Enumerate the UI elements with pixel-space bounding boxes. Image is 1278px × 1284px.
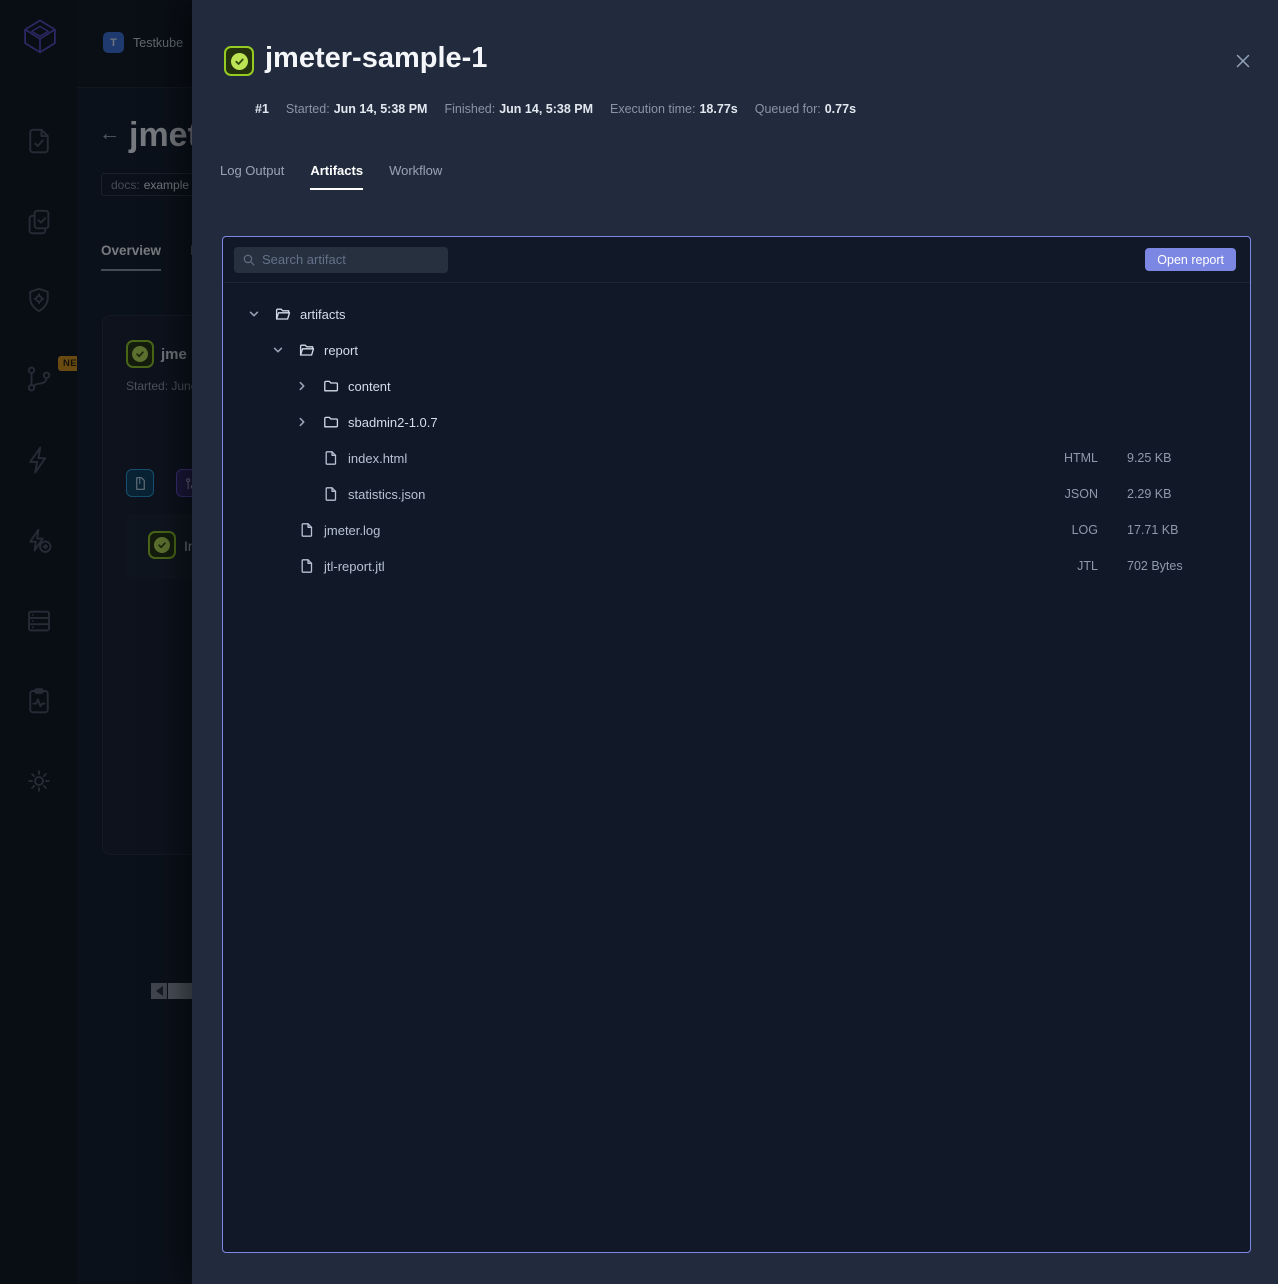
- sidebar-item-status-pages[interactable]: [24, 686, 54, 716]
- file-icon: [299, 522, 315, 538]
- execution-title: jmeter-sample-1: [265, 42, 487, 75]
- tab-overview[interactable]: Overview: [101, 243, 161, 271]
- started-label: Started:: [286, 102, 330, 116]
- sidebar-item-tests[interactable]: [24, 126, 54, 156]
- docs-tag: docs: example: [101, 173, 192, 196]
- sidebar-item-executors[interactable]: [24, 526, 54, 556]
- sidebar-item-webhooks[interactable]: [24, 285, 54, 315]
- execution-drawer: jmeter-sample-1 #1 Started: Jun 14, 5:38 …: [192, 0, 1278, 1284]
- folder-open-icon: [299, 342, 315, 358]
- execution-time-value: 18.77s: [699, 102, 737, 116]
- file-icon: [323, 450, 339, 466]
- app-screen: NEW: [0, 0, 1278, 1284]
- artifact-row[interactable]: index.html HTML 9.25 KB: [223, 440, 1250, 476]
- testkube-logo-icon[interactable]: [19, 16, 61, 58]
- open-report-button[interactable]: Open report: [1145, 248, 1236, 271]
- background-page-title: jmet: [129, 116, 192, 155]
- artifact-type: JSON: [1065, 487, 1098, 501]
- artifacts-panel: Open report artifacts report content sbadmi…: [222, 236, 1251, 1253]
- artifact-row[interactable]: artifacts: [223, 296, 1250, 332]
- back-arrow-icon[interactable]: ←: [99, 122, 120, 146]
- background-page: T Testkube ← jmet docs: example Overview…: [77, 0, 192, 1284]
- artifact-tree: artifacts report content sbadmin2-1.0.7 inde…: [223, 296, 1250, 584]
- chevron-right-icon[interactable]: [296, 380, 308, 392]
- workspace-name: Testkube: [133, 36, 183, 50]
- execution-card-started: Started: June: [126, 379, 192, 393]
- artifact-size: 702 Bytes: [1127, 559, 1183, 573]
- execution-time-label: Execution time:: [610, 102, 695, 116]
- execution-card[interactable]: jme Started: June In: [102, 315, 192, 855]
- artifact-row[interactable]: jtl-report.jtl JTL 702 Bytes: [223, 548, 1250, 584]
- folder-open-icon: [275, 306, 291, 322]
- artifact-row[interactable]: jmeter.log LOG 17.71 KB: [223, 512, 1250, 548]
- artifact-size: 17.71 KB: [1127, 523, 1178, 537]
- sidebar-item-test-workflows[interactable]: [24, 364, 54, 394]
- file-icon: [299, 558, 315, 574]
- sidebar-item-triggers[interactable]: [24, 445, 54, 475]
- finished-value: Jun 14, 5:38 PM: [499, 102, 593, 116]
- artifact-name: report: [324, 343, 358, 358]
- status-passed-icon: [148, 531, 176, 559]
- artifact-size: 9.25 KB: [1127, 451, 1171, 465]
- init-step-label: In: [184, 538, 192, 554]
- git-commit-badge[interactable]: [176, 469, 192, 497]
- queued-label: Queued for:: [755, 102, 821, 116]
- docs-tag-value: example: [144, 178, 189, 192]
- folder-icon: [323, 414, 339, 430]
- artifact-name: sbadmin2-1.0.7: [348, 415, 438, 430]
- artifact-row[interactable]: sbadmin2-1.0.7: [223, 404, 1250, 440]
- artifact-size: 2.29 KB: [1127, 487, 1171, 501]
- artifact-type: LOG: [1072, 523, 1098, 537]
- sidebar-item-test-suites[interactable]: [24, 207, 54, 237]
- sidebar-item-sources[interactable]: [24, 606, 54, 636]
- tab-workflow[interactable]: Workflow: [389, 163, 442, 190]
- status-passed-icon: [224, 46, 254, 76]
- init-step-row[interactable]: In: [126, 514, 192, 579]
- artifact-name: artifacts: [300, 307, 346, 322]
- chevron-down-icon[interactable]: [272, 344, 284, 356]
- queued-value: 0.77s: [825, 102, 856, 116]
- started-value: Jun 14, 5:38 PM: [334, 102, 428, 116]
- search-input[interactable]: [262, 252, 440, 267]
- chevron-down-icon[interactable]: [248, 308, 260, 320]
- chevron-right-icon[interactable]: [296, 416, 308, 428]
- artifact-name: jtl-report.jtl: [324, 559, 385, 574]
- folder-icon: [323, 378, 339, 394]
- app-sidebar: NEW: [0, 0, 77, 1284]
- artifact-type: HTML: [1064, 451, 1098, 465]
- horizontal-scrollbar[interactable]: [151, 983, 192, 999]
- artifacts-panel-header: Open report: [223, 237, 1250, 283]
- drawer-tabs: Log Output Artifacts Workflow: [220, 163, 442, 190]
- workspace-avatar[interactable]: T: [103, 32, 124, 53]
- artifact-row[interactable]: content: [223, 368, 1250, 404]
- close-icon[interactable]: [1230, 48, 1256, 74]
- execution-meta: #1 Started: Jun 14, 5:38 PM Finished: Jun …: [255, 102, 856, 116]
- artifact-name: index.html: [348, 451, 407, 466]
- execution-number: #1: [255, 102, 269, 116]
- artifact-name: jmeter.log: [324, 523, 380, 538]
- artifact-name: content: [348, 379, 391, 394]
- artifact-row[interactable]: statistics.json JSON 2.29 KB: [223, 476, 1250, 512]
- status-passed-icon: [126, 340, 154, 368]
- tab-artifacts[interactable]: Artifacts: [310, 163, 363, 190]
- artifact-type: JTL: [1077, 559, 1098, 573]
- scroll-left-button[interactable]: [151, 983, 167, 999]
- execution-card-name: jme: [161, 346, 187, 363]
- finished-label: Finished:: [444, 102, 495, 116]
- search-icon: [242, 253, 256, 267]
- tab-log-output[interactable]: Log Output: [220, 163, 284, 190]
- sidebar-item-settings[interactable]: [24, 766, 54, 796]
- scrollbar-thumb[interactable]: [168, 983, 192, 999]
- file-icon: [323, 486, 339, 502]
- zip-file-badge[interactable]: [126, 469, 154, 497]
- artifact-row[interactable]: report: [223, 332, 1250, 368]
- artifact-name: statistics.json: [348, 487, 425, 502]
- docs-tag-label: docs:: [111, 178, 140, 192]
- artifact-search[interactable]: [234, 247, 448, 273]
